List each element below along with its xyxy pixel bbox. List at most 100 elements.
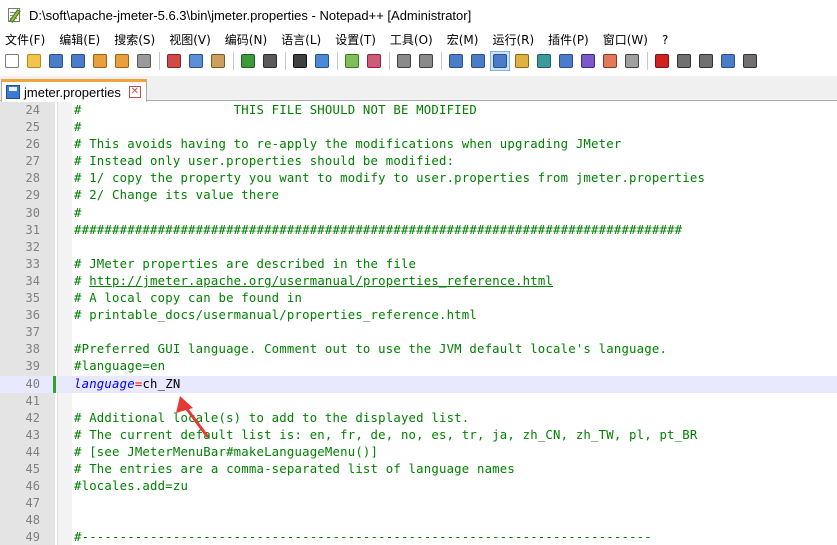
replace-icon[interactable] (313, 52, 331, 70)
new-file-icon[interactable] (3, 52, 21, 70)
menu-item-3[interactable]: 视图(V) (162, 31, 218, 48)
line-number: 33 (25, 256, 40, 271)
line-number: 29 (25, 188, 40, 203)
title-bar: D:\soft\apache-jmeter-5.6.3\bin\jmeter.p… (0, 0, 837, 30)
code-line[interactable]: 47 (0, 495, 837, 512)
run-macro-multiple-icon[interactable] (719, 52, 737, 70)
doc-list-icon[interactable] (557, 52, 575, 70)
token-comment: # This avoids having to re-apply the mod… (74, 137, 622, 152)
code-line[interactable]: 25 # (0, 119, 837, 136)
code-line[interactable]: 38 #Preferred GUI language. Comment out t… (0, 341, 837, 358)
code-line[interactable]: 40 language=ch_ZN (0, 375, 837, 393)
play-macro-icon[interactable] (697, 52, 715, 70)
menu-item-11[interactable]: 窗口(W) (596, 31, 655, 48)
line-number: 32 (25, 239, 40, 254)
code-line[interactable]: 36 # printable_docs/usermanual/properties… (0, 307, 837, 324)
sync-horizontal-icon[interactable] (417, 52, 435, 70)
code-line[interactable]: 42 # Additional locale(s) to add to the d… (0, 410, 837, 427)
token-comment: #---------------------------------------… (74, 530, 652, 545)
token-comment: # 2/ Change its value there (74, 188, 280, 203)
code-line[interactable]: 34 # http://jmeter.apache.org/usermanual/… (0, 273, 837, 290)
undo-icon[interactable] (239, 52, 257, 70)
word-wrap-icon[interactable] (447, 52, 465, 70)
line-text: # (74, 205, 82, 222)
save-macro-icon[interactable] (741, 52, 759, 70)
show-all-chars-icon[interactable] (469, 52, 487, 70)
code-line[interactable]: 41 (0, 393, 837, 410)
tab-close-icon[interactable]: ✕ (128, 86, 141, 98)
code-line[interactable]: 35 # A local copy can be found in (0, 290, 837, 307)
menu-item-6[interactable]: 设置(T) (328, 31, 383, 48)
code-line[interactable]: 44 # [see JMeterMenuBar#makeLanguageMenu(… (0, 444, 837, 461)
token-comment: # printable_docs/usermanual/properties_r… (74, 308, 477, 323)
menu-item-8[interactable]: 宏(M) (440, 31, 486, 48)
token-comment: # (74, 273, 90, 288)
monitoring-icon[interactable] (623, 52, 641, 70)
line-number: 31 (25, 222, 40, 237)
zoom-in-icon[interactable] (343, 52, 361, 70)
tab-label: jmeter.properties (24, 84, 121, 100)
close-all-icon[interactable] (113, 52, 131, 70)
line-text: #locales.add=zu (74, 478, 188, 495)
folder-workspace-icon[interactable] (601, 52, 619, 70)
doc-map-icon[interactable] (535, 52, 553, 70)
menu-item-5[interactable]: 语言(L) (274, 31, 328, 48)
code-line[interactable]: 31 ######################################… (0, 222, 837, 239)
token-comment: # JMeter properties are described in the… (74, 256, 417, 271)
udl-icon[interactable] (513, 52, 531, 70)
code-line[interactable]: 39 #language=en (0, 358, 837, 375)
code-line[interactable]: 30 # (0, 205, 837, 222)
find-icon[interactable] (291, 52, 309, 70)
code-line[interactable]: 37 (0, 324, 837, 341)
line-text: # The current default list is: en, fr, d… (74, 427, 697, 444)
menu-item-2[interactable]: 搜索(S) (107, 31, 162, 48)
redo-icon[interactable] (261, 52, 279, 70)
copy-icon[interactable] (187, 52, 205, 70)
menu-item-0[interactable]: 文件(F) (0, 31, 52, 48)
function-list-icon[interactable] (579, 52, 597, 70)
change-history-marker (53, 375, 56, 393)
toolbar-separator (159, 52, 160, 70)
line-text: language=ch_ZN (74, 376, 180, 393)
menu-item-9[interactable]: 运行(R) (485, 31, 541, 48)
code-line[interactable]: 26 # This avoids having to re-apply the m… (0, 136, 837, 153)
code-line[interactable]: 45 # The entries are a comma-separated li… (0, 461, 837, 478)
close-icon[interactable] (91, 52, 109, 70)
line-text: # THIS FILE SHOULD NOT BE MODIFIED (74, 102, 477, 119)
code-line[interactable]: 29 # 2/ Change its value there (0, 187, 837, 204)
tab-jmeter-properties[interactable]: jmeter.properties ✕ (1, 79, 147, 102)
notepad-plus-plus-icon (7, 7, 23, 23)
editor-area[interactable]: 24 # THIS FILE SHOULD NOT BE MODIFIED 25 #2… (0, 102, 837, 545)
code-line[interactable]: 28 # 1/ copy the property you want to mod… (0, 170, 837, 187)
cut-icon[interactable] (165, 52, 183, 70)
menu-item-10[interactable]: 插件(P) (541, 31, 596, 48)
save-all-icon[interactable] (69, 52, 87, 70)
code-line[interactable]: 27 # Instead only user.properties should … (0, 153, 837, 170)
menu-item-12[interactable]: ? (655, 33, 675, 47)
print-icon[interactable] (135, 52, 153, 70)
token-comment: # (74, 120, 82, 135)
code-line[interactable]: 49 #-------------------------------------… (0, 529, 837, 545)
stop-record-icon[interactable] (675, 52, 693, 70)
code-line[interactable]: 46 #locales.add=zu (0, 478, 837, 495)
code-lines[interactable]: 24 # THIS FILE SHOULD NOT BE MODIFIED 25 #2… (0, 102, 837, 545)
menu-item-1[interactable]: 编辑(E) (52, 31, 107, 48)
paste-icon[interactable] (209, 52, 227, 70)
save-icon[interactable] (47, 52, 65, 70)
zoom-out-icon[interactable] (365, 52, 383, 70)
code-line[interactable]: 48 (0, 512, 837, 529)
menu-item-7[interactable]: 工具(O) (383, 31, 440, 48)
code-line[interactable]: 43 # The current default list is: en, fr,… (0, 427, 837, 444)
record-macro-icon[interactable] (653, 52, 671, 70)
code-line[interactable]: 24 # THIS FILE SHOULD NOT BE MODIFIED (0, 102, 837, 119)
line-text: #language=en (74, 358, 165, 375)
line-number: 34 (25, 273, 40, 288)
toolbar-separator (337, 52, 338, 70)
indent-guide-icon[interactable] (490, 51, 510, 71)
code-line[interactable]: 33 # JMeter properties are described in t… (0, 256, 837, 273)
menu-item-4[interactable]: 编码(N) (218, 31, 274, 48)
code-line[interactable]: 32 (0, 239, 837, 256)
sync-vertical-icon[interactable] (395, 52, 413, 70)
open-file-icon[interactable] (25, 52, 43, 70)
line-text: # The entries are a comma-separated list… (74, 461, 515, 478)
